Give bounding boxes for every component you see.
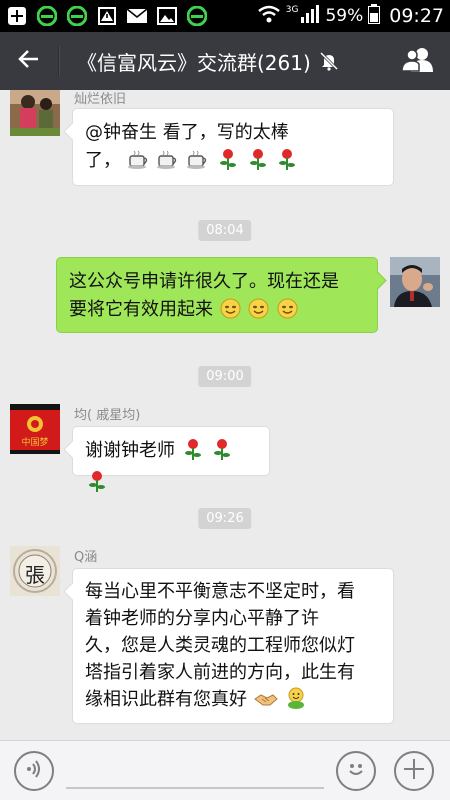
status-bar: 3G 59% 09:27 — [0, 0, 450, 32]
message-text: 塔指引着家人前进的方向，此生有 — [85, 662, 355, 683]
warning-icon — [96, 5, 118, 27]
voice-input-button[interactable] — [14, 751, 54, 791]
message-text: @钟奋生 看了，写的太棒 — [85, 122, 289, 143]
image-icon — [156, 5, 178, 27]
smile-emoji — [277, 298, 298, 328]
timestamp: 09:26 — [198, 508, 252, 529]
rose-emoji — [217, 148, 239, 179]
sender-name: Q涵 — [74, 550, 98, 565]
rose-emoji — [276, 148, 298, 179]
message-text: 久，您是人类灵魂的工程师您似灯 — [85, 635, 355, 656]
avatar[interactable]: 中国梦 — [10, 404, 60, 454]
battery-icon — [368, 3, 381, 29]
browser-e-icon — [66, 5, 88, 27]
message-bubble[interactable]: @钟奋生 看了，写的太棒 了， — [72, 108, 394, 186]
signal-icon — [300, 4, 320, 28]
message-text: 着钟老师的分享内心平静了许 — [85, 608, 319, 629]
chat-header: 《信富风云》交流群(261) — [0, 32, 450, 90]
emoji-face-icon — [343, 756, 369, 786]
message-text: 了， — [85, 150, 121, 171]
timestamp: 09:00 — [198, 366, 252, 387]
battery-percent: 59% — [325, 6, 364, 26]
message-bubble[interactable]: 谢谢钟老师 — [72, 426, 270, 492]
smile-emoji — [220, 298, 241, 328]
avatar[interactable]: 張 — [10, 546, 60, 596]
message-bubble-own[interactable]: 这公众号申请许很久了。现在还是 要将它有效用起来 — [56, 257, 378, 333]
rose-emoji — [211, 438, 233, 469]
message-text: 要将它有效用起来 — [69, 299, 213, 320]
more-button[interactable] — [394, 751, 434, 791]
coffee-emoji — [157, 150, 179, 179]
clock: 09:27 — [389, 5, 444, 27]
avatar[interactable] — [390, 257, 440, 307]
back-button[interactable] — [0, 32, 58, 90]
wifi-icon — [257, 5, 281, 28]
avatar-caption: 中国梦 — [21, 438, 49, 448]
message-text: 这公众号申请许很久了。现在还是 — [69, 271, 339, 292]
sender-name: 灿烂依旧 — [74, 92, 127, 107]
message-input[interactable] — [66, 787, 324, 789]
hug-emoji — [285, 687, 307, 717]
browser-e-icon — [36, 5, 58, 27]
group-members-icon — [401, 46, 435, 76]
plus-notification-icon — [6, 5, 28, 27]
rose-emoji — [86, 470, 108, 501]
message-bubble[interactable]: 每当心里不平衡意志不坚定时，看 着钟老师的分享内心平静了许 久，您是人类灵魂的工… — [72, 568, 394, 724]
browser-e-icon — [186, 5, 208, 27]
message-text: 谢谢钟老师 — [85, 440, 175, 461]
plus-icon — [402, 757, 426, 785]
handshake-emoji — [253, 689, 278, 717]
input-toolbar — [0, 740, 450, 800]
group-members-button[interactable] — [386, 32, 450, 90]
rose-emoji — [182, 438, 204, 469]
mute-bell-icon — [319, 51, 339, 71]
mail-icon — [126, 5, 148, 27]
timestamp: 08:04 — [198, 220, 252, 241]
smile-emoji — [248, 298, 269, 328]
chat-title: 《信富风云》交流群(261) — [77, 50, 311, 75]
chat-message-list[interactable]: 灿烂依旧 @钟奋生 看了，写的太棒 了， 08:04 这公众号申请许很久了。现在… — [0, 90, 450, 740]
message-text: 每当心里不平衡意志不坚定时，看 — [85, 581, 355, 602]
voice-icon — [24, 759, 44, 783]
avatar[interactable] — [10, 90, 60, 136]
network-type: 3G — [285, 5, 299, 15]
emoji-button[interactable] — [336, 751, 376, 791]
coffee-emoji — [187, 150, 209, 179]
coffee-emoji — [127, 150, 150, 179]
message-text: 缘相识此群有您真好 — [85, 689, 247, 710]
back-arrow-icon — [18, 49, 40, 73]
sender-name: 均( 戚星均) — [74, 408, 141, 423]
rose-emoji — [247, 148, 269, 179]
avatar-caption: 張 — [25, 563, 45, 587]
